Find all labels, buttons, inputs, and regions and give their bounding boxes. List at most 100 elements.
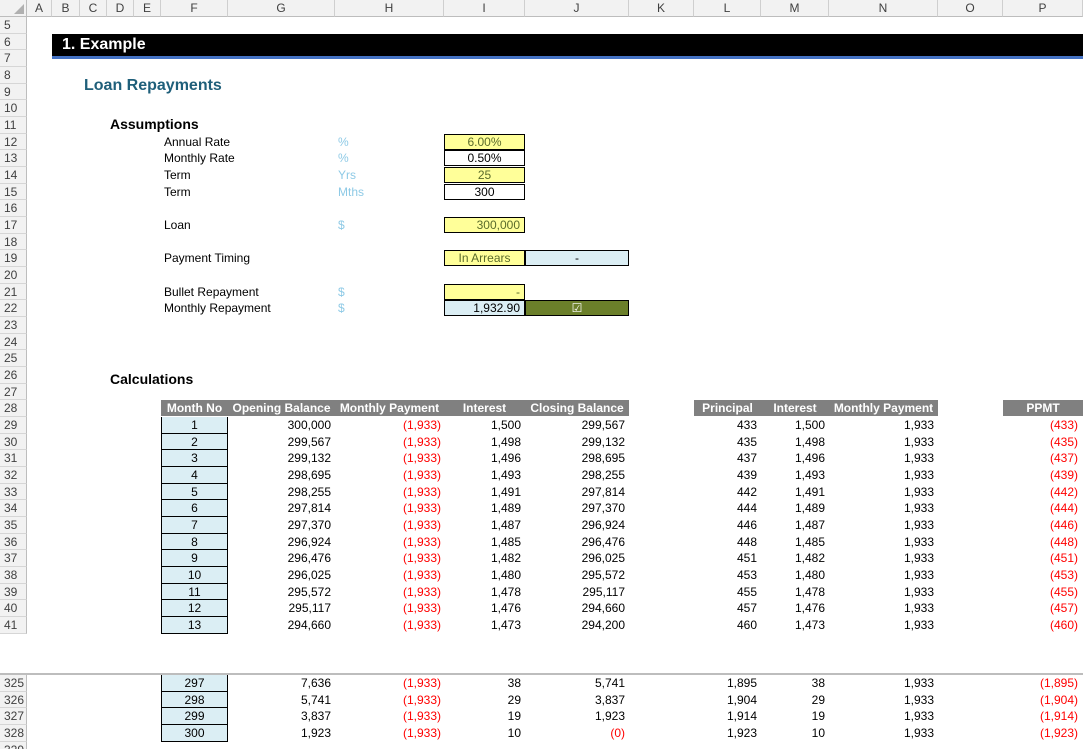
row-header-29[interactable]: 29 bbox=[0, 417, 27, 434]
table-cell: (1,933) bbox=[402, 551, 441, 566]
row-header-329[interactable]: 329 bbox=[0, 741, 27, 749]
assumptions-title: Assumptions bbox=[110, 116, 199, 132]
row-header-20[interactable]: 20 bbox=[0, 267, 27, 284]
row-header-10[interactable]: 10 bbox=[0, 100, 27, 117]
row-header-22[interactable]: 22 bbox=[0, 300, 27, 318]
table-row-month-no: 12 bbox=[161, 600, 228, 618]
assumption-input[interactable]: In Arrears bbox=[444, 250, 525, 267]
table-row-month-no: 2 bbox=[161, 433, 228, 451]
assumption-input[interactable]: 1,932.90 bbox=[444, 300, 525, 317]
row-header-24[interactable]: 24 bbox=[0, 333, 27, 351]
table-cell: 1,498 bbox=[490, 434, 521, 449]
table-row-month-no: 299 bbox=[161, 708, 228, 725]
calculations-title: Calculations bbox=[110, 371, 194, 387]
row-header-33[interactable]: 33 bbox=[0, 483, 27, 501]
assumption-input[interactable]: 6.00% bbox=[444, 133, 525, 150]
row-header-40[interactable]: 40 bbox=[0, 600, 27, 618]
table-row-month-no: 13 bbox=[161, 617, 228, 634]
payment-timing-flag: - bbox=[525, 250, 629, 267]
table-cell: 298,255 bbox=[581, 468, 625, 483]
row-header-12[interactable]: 12 bbox=[0, 133, 27, 151]
column-header-p[interactable]: P bbox=[1003, 0, 1083, 17]
row-header-17[interactable]: 17 bbox=[0, 217, 27, 234]
assumption-input[interactable]: 25 bbox=[444, 167, 525, 184]
row-header-9[interactable]: 9 bbox=[0, 83, 27, 101]
row-header-14[interactable]: 14 bbox=[0, 167, 27, 184]
row-header-7[interactable]: 7 bbox=[0, 50, 27, 67]
column-header-m[interactable]: M bbox=[761, 0, 829, 17]
table-cell: 444 bbox=[736, 501, 757, 516]
row-header-34[interactable]: 34 bbox=[0, 500, 27, 518]
row-header-8[interactable]: 8 bbox=[0, 67, 27, 84]
table-row-month-no: 300 bbox=[161, 725, 228, 742]
column-header-o[interactable]: O bbox=[938, 0, 1003, 17]
column-header-n[interactable]: N bbox=[829, 0, 938, 17]
column-header-a[interactable]: A bbox=[27, 0, 52, 17]
table-cell: (1,933) bbox=[402, 676, 441, 690]
table-cell: (0) bbox=[610, 726, 625, 740]
row-header-326[interactable]: 326 bbox=[0, 691, 27, 709]
row-header-6[interactable]: 6 bbox=[0, 33, 27, 51]
row-header-39[interactable]: 39 bbox=[0, 583, 27, 601]
table-cell: 296,025 bbox=[581, 551, 625, 566]
row-header-327[interactable]: 327 bbox=[0, 708, 27, 725]
row-header-5[interactable]: 5 bbox=[0, 17, 27, 34]
column-header-f[interactable]: F bbox=[161, 0, 228, 17]
column-header-l[interactable]: L bbox=[694, 0, 761, 17]
table-row-month-no: 298 bbox=[161, 691, 228, 709]
row-header-325[interactable]: 325 bbox=[0, 675, 27, 692]
row-header-41[interactable]: 41 bbox=[0, 617, 27, 634]
column-header-g[interactable]: G bbox=[228, 0, 335, 17]
row-header-27[interactable]: 27 bbox=[0, 383, 27, 401]
table-cell: 1,933 bbox=[903, 692, 934, 707]
row-header-35[interactable]: 35 bbox=[0, 517, 27, 534]
row-header-15[interactable]: 15 bbox=[0, 183, 27, 201]
column-header-e[interactable]: E bbox=[134, 0, 161, 17]
row-header-19[interactable]: 19 bbox=[0, 250, 27, 268]
row-header-23[interactable]: 23 bbox=[0, 317, 27, 334]
select-all-corner[interactable] bbox=[0, 0, 27, 17]
row-header-25[interactable]: 25 bbox=[0, 350, 27, 368]
checkbox-icon[interactable]: ☑ bbox=[572, 301, 583, 315]
row-header-37[interactable]: 37 bbox=[0, 550, 27, 568]
column-header-c[interactable]: C bbox=[80, 0, 107, 17]
column-header-k[interactable]: K bbox=[629, 0, 694, 17]
row-header-18[interactable]: 18 bbox=[0, 233, 27, 251]
row-header-36[interactable]: 36 bbox=[0, 533, 27, 551]
row-header-26[interactable]: 26 bbox=[0, 367, 27, 384]
row-header-13[interactable]: 13 bbox=[0, 150, 27, 168]
row-header-28[interactable]: 28 bbox=[0, 400, 27, 418]
column-header-b[interactable]: B bbox=[52, 0, 80, 17]
row-header-328[interactable]: 328 bbox=[0, 725, 27, 742]
repayment-check-cell[interactable]: ☑ bbox=[525, 300, 629, 317]
table-cell: (451) bbox=[1049, 551, 1078, 566]
table-cell: 448 bbox=[736, 534, 757, 549]
assumption-input[interactable]: 300 bbox=[444, 183, 525, 200]
table-cell: 1,933 bbox=[903, 434, 934, 449]
table-cell: (439) bbox=[1049, 468, 1078, 483]
table-cell: 1,933 bbox=[903, 518, 934, 533]
assumption-input[interactable]: - bbox=[444, 283, 525, 300]
row-header-32[interactable]: 32 bbox=[0, 467, 27, 484]
assumption-unit: $ bbox=[338, 218, 345, 233]
table-row-month-no: 9 bbox=[161, 550, 228, 568]
assumption-input[interactable]: 0.50% bbox=[444, 150, 525, 167]
table-cell: 299,567 bbox=[581, 418, 625, 433]
column-header-d[interactable]: D bbox=[107, 0, 134, 17]
row-header-31[interactable]: 31 bbox=[0, 450, 27, 468]
row-header-38[interactable]: 38 bbox=[0, 567, 27, 584]
row-header-16[interactable]: 16 bbox=[0, 200, 27, 218]
table-cell: (1,933) bbox=[402, 501, 441, 516]
column-header-i[interactable]: I bbox=[444, 0, 525, 17]
table-cell: 1,496 bbox=[490, 451, 521, 466]
spreadsheet-sheet[interactable]: ABCDEFGHIJKLMNOP 5 6 7 8 9 10 11 12 13 14 15 16 17 18… bbox=[0, 0, 1083, 749]
column-header-j[interactable]: J bbox=[525, 0, 629, 17]
row-header-30[interactable]: 30 bbox=[0, 433, 27, 451]
row-header-21[interactable]: 21 bbox=[0, 283, 27, 301]
assumption-input[interactable]: 300,000 bbox=[444, 217, 525, 234]
row-header-11[interactable]: 11 bbox=[0, 117, 27, 134]
column-header-h[interactable]: H bbox=[335, 0, 444, 17]
table-cell: 300,000 bbox=[287, 418, 331, 433]
table-cell: 29 bbox=[507, 692, 521, 707]
assumption-label: Monthly Repayment bbox=[164, 301, 271, 316]
